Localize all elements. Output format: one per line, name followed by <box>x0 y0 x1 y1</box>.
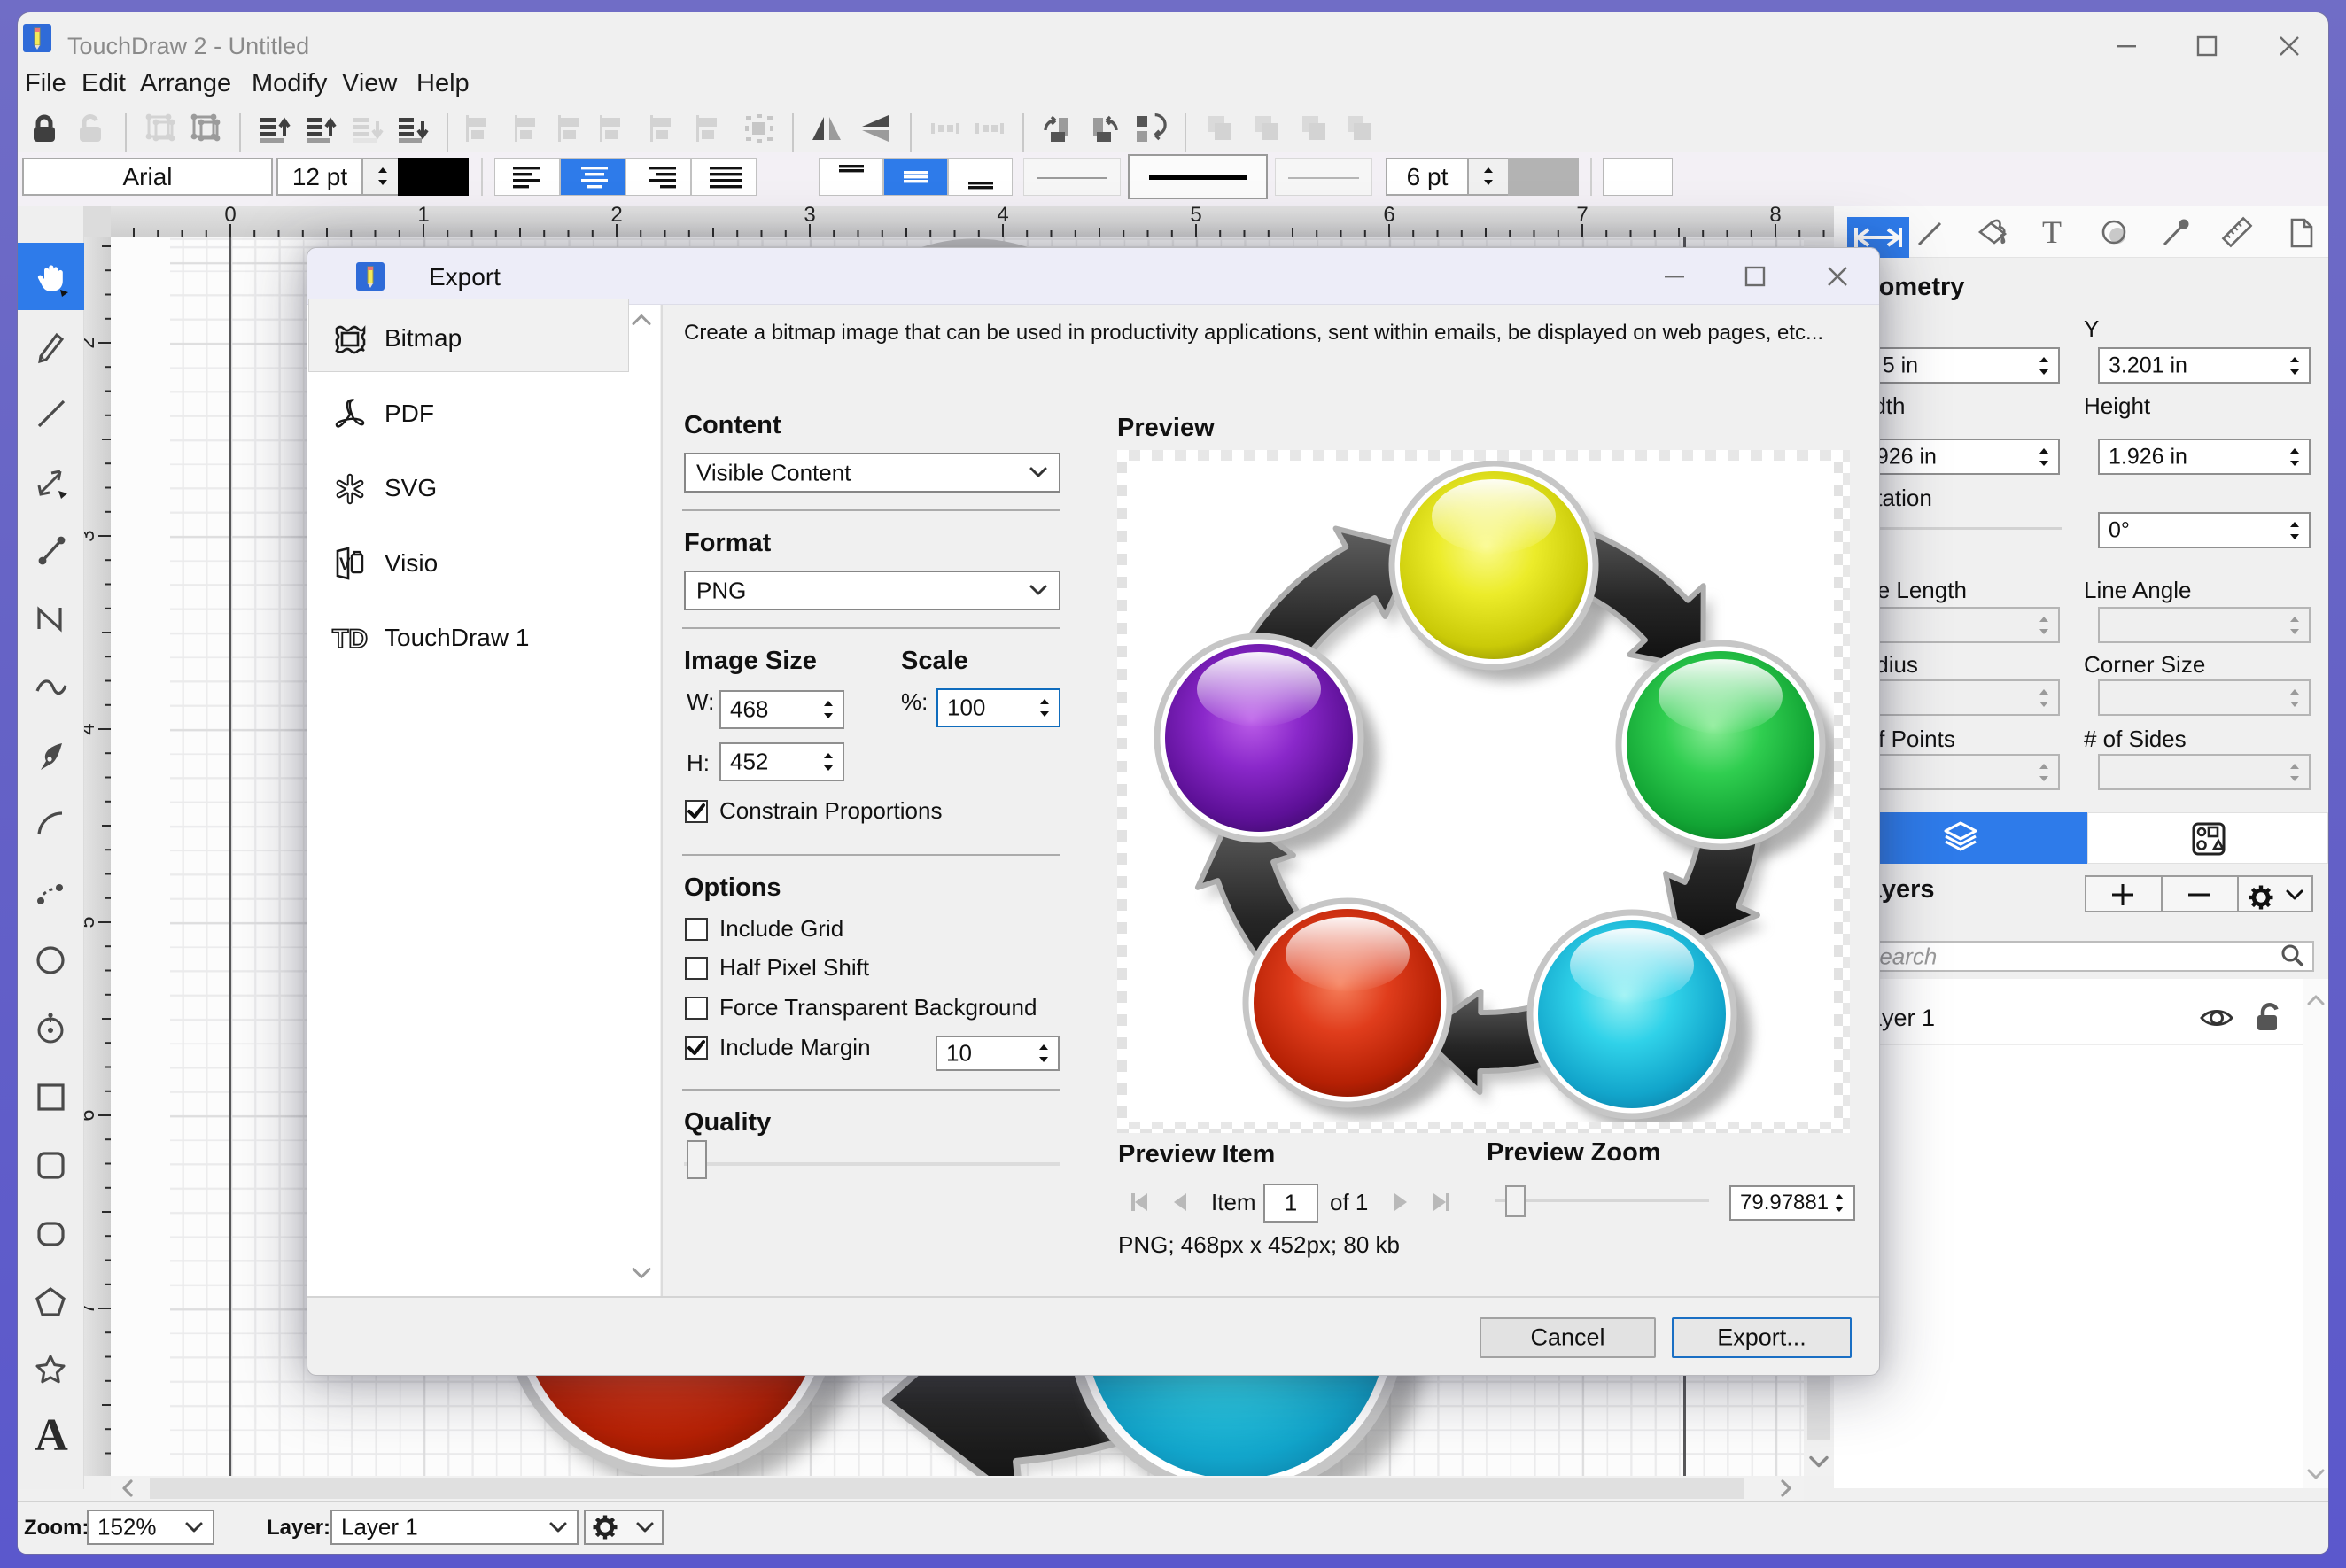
svg-text:5: 5 <box>84 916 99 928</box>
svg-text:6: 6 <box>84 1109 99 1121</box>
svg-text:2: 2 <box>84 337 99 348</box>
svg-text:0: 0 <box>224 206 236 227</box>
svg-text:7: 7 <box>1576 206 1588 227</box>
svg-text:6: 6 <box>1383 206 1394 227</box>
svg-text:3: 3 <box>804 206 815 227</box>
svg-text:2: 2 <box>610 206 622 227</box>
svg-text:T: T <box>2042 214 2062 250</box>
svg-text:4: 4 <box>997 206 1008 227</box>
svg-text:3: 3 <box>84 530 99 541</box>
svg-text:V: V <box>339 555 351 574</box>
svg-text:8: 8 <box>1769 206 1781 227</box>
svg-text:7: 7 <box>84 1302 99 1314</box>
svg-text:1: 1 <box>417 206 429 227</box>
svg-text:5: 5 <box>1190 206 1201 227</box>
svg-text:4: 4 <box>84 723 99 734</box>
svg-text:TD: TD <box>332 625 368 654</box>
